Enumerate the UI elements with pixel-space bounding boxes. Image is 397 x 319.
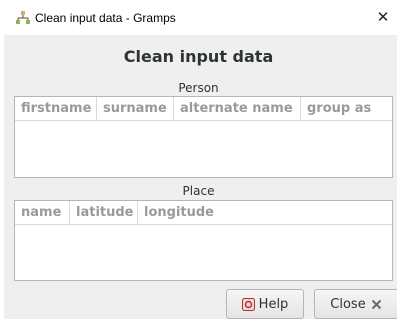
close-button-label: Close (330, 296, 366, 312)
person-section-label: Person (178, 81, 219, 95)
close-icon (371, 299, 381, 309)
gramps-icon (16, 11, 30, 24)
help-icon (241, 297, 255, 311)
place-table[interactable]: name latitude longitude (14, 200, 393, 281)
help-button[interactable]: Help (226, 289, 304, 319)
window-titlebar: Clean input data - Gramps ✕ (0, 0, 397, 35)
place-table-header: name latitude longitude (15, 201, 392, 225)
help-button-label: Help (258, 296, 289, 312)
person-column-group-as[interactable]: group as (301, 97, 392, 120)
person-column-alternate-name[interactable]: alternate name (174, 97, 301, 120)
window-title: Clean input data - Gramps (35, 11, 176, 25)
place-column-latitude[interactable]: latitude (70, 201, 138, 224)
person-column-surname[interactable]: surname (97, 97, 174, 120)
person-table[interactable]: firstname surname alternate name group a… (14, 96, 393, 178)
place-section-label: Place (182, 184, 215, 198)
dialog-heading: Clean input data (123, 47, 274, 66)
window-close-icon[interactable]: ✕ (372, 6, 394, 28)
close-button[interactable]: Close (314, 289, 397, 319)
place-column-name[interactable]: name (15, 201, 70, 224)
person-column-firstname[interactable]: firstname (15, 97, 97, 120)
person-table-header: firstname surname alternate name group a… (15, 97, 392, 121)
place-column-longitude[interactable]: longitude (138, 201, 392, 224)
